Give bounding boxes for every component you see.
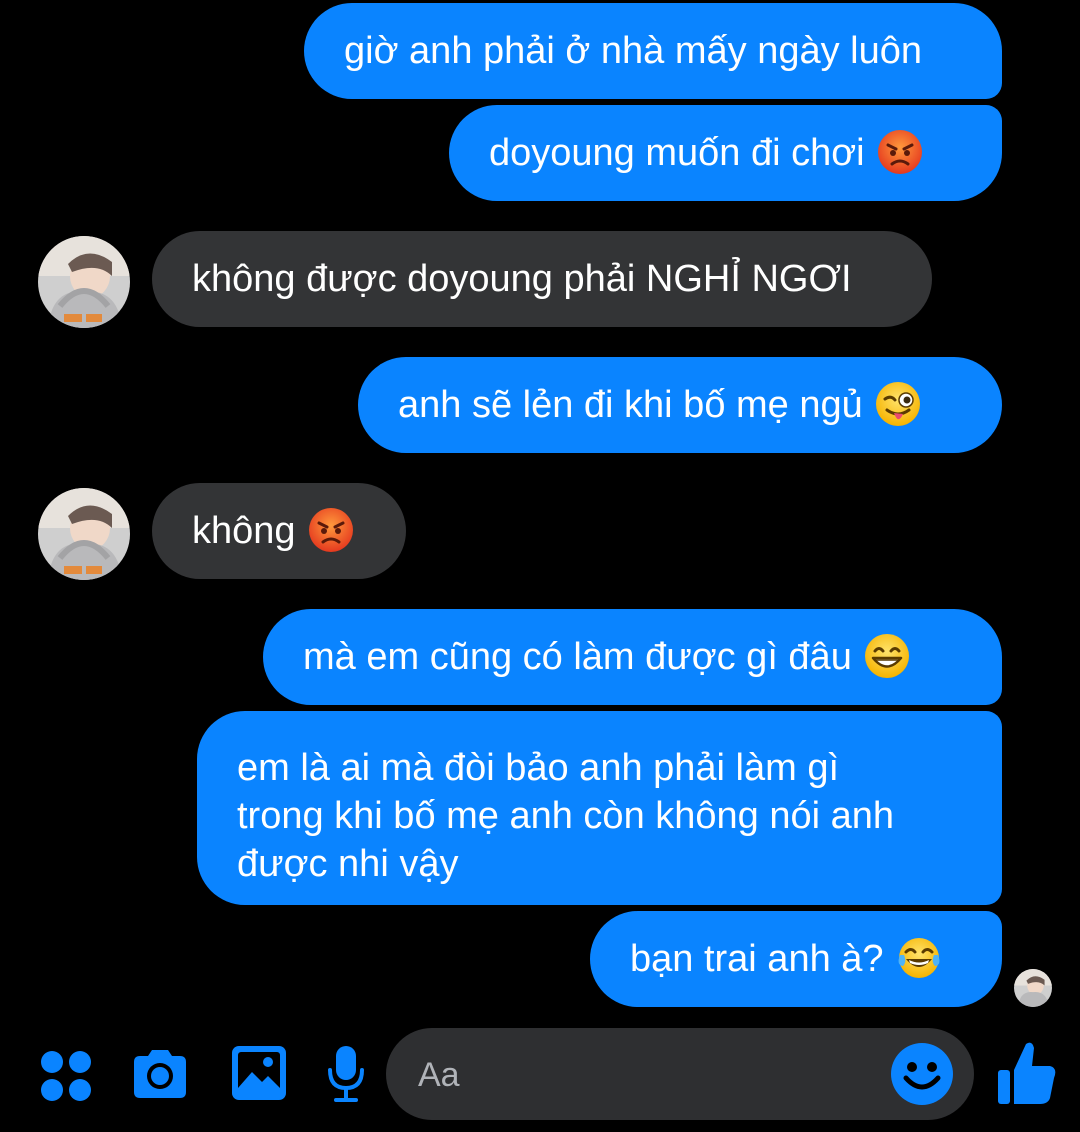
message-bubble-incoming[interactable]: không — [152, 483, 406, 579]
contact-avatar[interactable] — [38, 236, 130, 328]
menu-dots-icon[interactable] — [40, 1050, 92, 1102]
emoji-icon[interactable] — [890, 1042, 954, 1106]
gallery-icon[interactable] — [230, 1044, 288, 1102]
angry-face-emoji-icon — [877, 130, 922, 174]
message-text-line: trong khi bố mẹ anh còn không nói anh — [237, 795, 895, 837]
message-text: không được doyoung phải NGHỈ NGƠI — [192, 258, 852, 300]
contact-avatar[interactable] — [38, 488, 130, 580]
message-bubble-outgoing[interactable]: anh sẽ lẻn đi khi bố mẹ ngủ — [358, 357, 1002, 453]
like-icon[interactable] — [996, 1040, 1058, 1106]
message-text: giờ anh phải ở nhà mấy ngày luôn — [344, 30, 922, 72]
message-input[interactable] — [416, 1050, 880, 1100]
read-receipt-avatar — [1014, 969, 1052, 1007]
camera-icon[interactable] — [130, 1046, 190, 1102]
message-bubble-outgoing[interactable]: bạn trai anh à? — [590, 911, 1002, 1007]
message-bubble-outgoing[interactable]: em là ai mà đòi bảo anh phải làm gì tron… — [197, 711, 1002, 905]
message-bubble-outgoing[interactable]: doyoung muốn đi chơi — [449, 105, 1002, 201]
message-text-line: em là ai mà đòi bảo anh phải làm gì — [237, 747, 840, 789]
angry-face-emoji-icon — [308, 508, 353, 552]
message-text: không — [192, 510, 296, 552]
tears-of-joy-face-emoji-icon — [898, 938, 939, 978]
message-text: anh sẽ lẻn đi khi bố mẹ ngủ — [398, 384, 863, 426]
grinning-face-emoji-icon — [864, 634, 909, 678]
winking-tongue-face-emoji-icon — [875, 382, 920, 426]
message-bubble-incoming[interactable]: không được doyoung phải NGHỈ NGƠI — [152, 231, 932, 327]
message-text: bạn trai anh à? — [630, 938, 884, 980]
message-bubble-outgoing[interactable]: mà em cũng có làm được gì đâu — [263, 609, 1002, 705]
message-text: doyoung muốn đi chơi — [489, 132, 865, 174]
message-text-line: được nhi vậy — [237, 843, 459, 885]
message-bubble-outgoing[interactable]: giờ anh phải ở nhà mấy ngày luôn — [304, 3, 1002, 99]
microphone-icon[interactable] — [324, 1044, 368, 1104]
message-text: mà em cũng có làm được gì đâu — [303, 636, 852, 678]
message-composer[interactable] — [386, 1028, 974, 1120]
